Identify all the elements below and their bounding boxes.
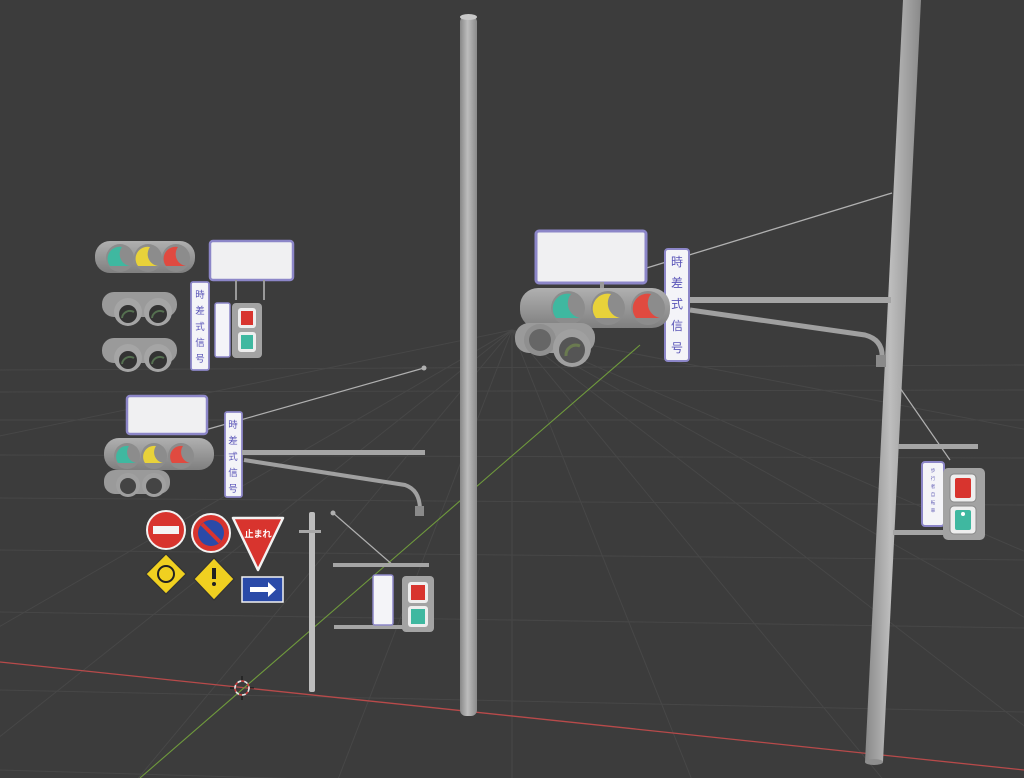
svg-text:差: 差	[228, 435, 238, 447]
svg-text:差: 差	[671, 276, 683, 290]
svg-text:車: 車	[931, 507, 936, 514]
caution-sign[interactable]	[193, 557, 235, 601]
one-way-sign[interactable]	[241, 576, 284, 603]
svg-text:信: 信	[228, 467, 238, 479]
right-signal-assembly[interactable]: 時 差 式 信 号	[515, 229, 690, 367]
arrow-signal-pair-2[interactable]	[102, 338, 177, 372]
scene-canvas[interactable]: 時 差 式 信 号 歩 行 者 自 転 車 時 差 式 信 号 時 差 式 信 …	[0, 0, 1024, 778]
svg-text:時: 時	[228, 420, 238, 431]
arrow-signal-pair-1[interactable]	[102, 292, 177, 326]
svg-text:号: 号	[228, 484, 238, 495]
svg-text:行: 行	[931, 475, 936, 482]
blank-sign-board	[534, 229, 648, 285]
left-signal-assembly[interactable]: 時 差 式 信 号	[104, 365, 427, 517]
svg-text:差: 差	[195, 305, 205, 317]
roundabout-sign[interactable]	[145, 553, 187, 595]
svg-text:号: 号	[195, 354, 205, 365]
svg-text:号: 号	[671, 341, 683, 355]
pedestrian-signal-small[interactable]	[214, 302, 262, 358]
right-pole[interactable]	[639, 0, 978, 765]
svg-text:式: 式	[228, 451, 238, 463]
svg-text:自: 自	[931, 491, 936, 498]
svg-text:信: 信	[671, 319, 683, 333]
no-entry-sign[interactable]	[146, 510, 186, 550]
center-pole[interactable]	[460, 14, 477, 716]
time-diff-plate-small[interactable]: 時 差 式 信 号	[190, 281, 210, 371]
stop-sign[interactable]: 止まれ	[231, 516, 285, 572]
svg-text:式: 式	[195, 321, 205, 333]
svg-text:歩: 歩	[931, 467, 936, 474]
svg-text:止まれ: 止まれ	[244, 528, 271, 540]
pedestrian-icon	[961, 512, 965, 516]
right-pedestrian-signal[interactable]: 歩 行 者 自 転 車	[921, 461, 985, 540]
svg-text:式: 式	[671, 297, 683, 311]
svg-text:時: 時	[195, 290, 205, 301]
blank-sign-board-small[interactable]	[208, 239, 295, 300]
no-parking-sign[interactable]	[191, 513, 231, 553]
3d-viewport[interactable]: 時 差 式 信 号 歩 行 者 自 転 車 時 差 式 信 号 時 差 式 信 …	[0, 0, 1024, 778]
horizontal-3-lamp-signal[interactable]	[95, 241, 195, 273]
pedestrian-signal-mid[interactable]	[372, 574, 434, 632]
svg-text:信: 信	[195, 337, 205, 349]
svg-text:者: 者	[931, 484, 936, 490]
svg-text:時: 時	[671, 255, 683, 269]
svg-text:転: 転	[931, 500, 936, 506]
